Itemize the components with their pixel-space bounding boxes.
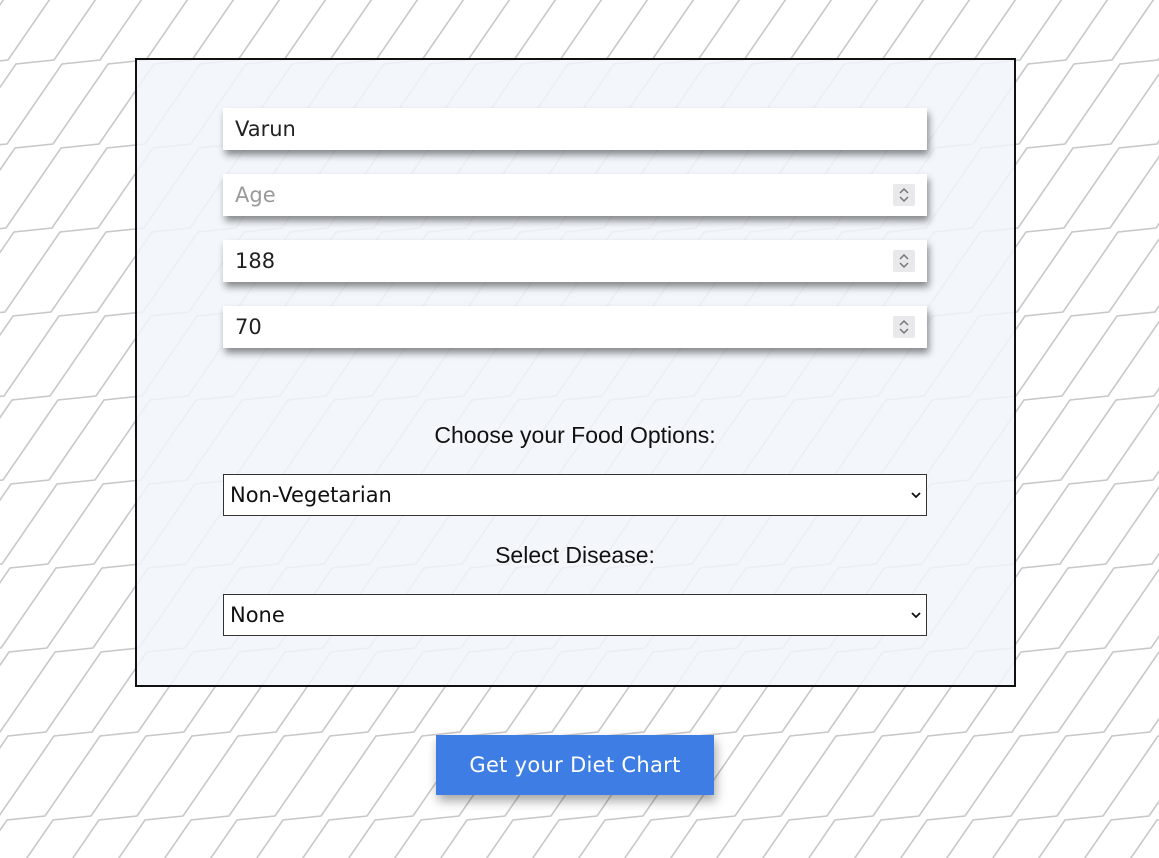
background-zigzag-line [1148,736,1159,858]
age-input-placeholder: Age [235,183,276,207]
age-stepper-icon[interactable] [893,184,915,206]
food-options-selected-value: Non-Vegetarian [230,483,392,507]
disease-select[interactable]: None [223,594,927,636]
background-zigzag-line [0,0,64,858]
food-options-select[interactable]: Non-Vegetarian [223,474,927,516]
name-input-value: Varun [235,117,296,141]
weight-input[interactable]: 70 [223,306,927,348]
food-options-label: Choose your Food Options: [434,422,716,448]
background-zigzag-line [1129,818,1159,858]
height-stepper-icon[interactable] [893,250,915,272]
disease-selected-value: None [230,603,285,627]
background-zigzag-line [1083,800,1159,858]
get-diet-chart-button[interactable]: Get your Diet Chart [436,735,714,795]
name-input[interactable]: Varun [223,108,927,150]
height-input-value: 188 [235,249,276,273]
disease-label: Select Disease: [495,542,655,568]
age-input[interactable]: Age [223,174,927,216]
weight-stepper-icon[interactable] [893,316,915,338]
background-zigzag-line [0,0,51,62]
chevron-down-icon [911,492,921,499]
diet-form-card: Varun Age 188 70 Choose your Food Option… [135,58,1016,687]
height-input[interactable]: 188 [223,240,927,282]
weight-input-value: 70 [235,315,262,339]
chevron-down-icon [911,612,921,619]
